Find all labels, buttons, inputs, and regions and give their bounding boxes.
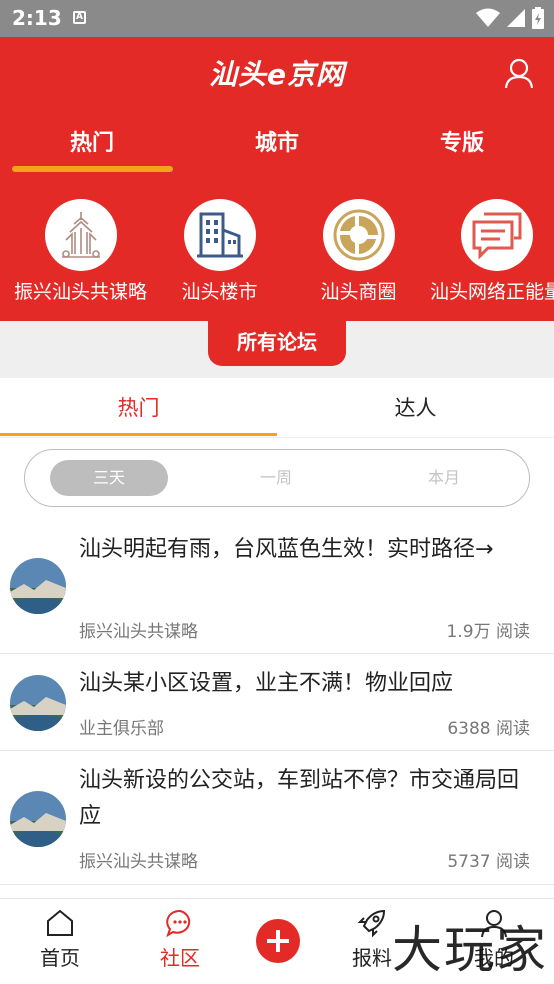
post-title: 汕头新设的公交站，车到站不停？市交通局回应 [79, 768, 520, 829]
subtab-experts[interactable]: 达人 [277, 392, 554, 422]
post-forum: 振兴汕头共谋略 [79, 622, 198, 642]
nav-label: 首页 [40, 946, 80, 970]
forum-icon-circle [460, 199, 533, 271]
forum-icon-circle [44, 199, 117, 271]
add-button[interactable] [256, 919, 300, 963]
forum-label: 振兴汕头共谋略 [13, 281, 147, 303]
nav-label: 社区 [160, 946, 200, 970]
list-item[interactable]: 汕头新设的公交站，车到站不停？市交通局回应 振兴汕头共谋略 5737 阅读 [0, 751, 554, 885]
post-forum: 业主俱乐部 [79, 719, 164, 739]
forum-label: 汕头网络正能量 [429, 281, 554, 303]
filter-three-days[interactable]: 三天 [50, 460, 168, 496]
battery-icon [532, 7, 544, 29]
tab-hot[interactable]: 热门 [12, 125, 172, 157]
forum-label: 汕头楼市 [181, 281, 258, 303]
ring-chart-icon [333, 209, 384, 261]
status-time: 2:13 [12, 6, 62, 30]
avatar [10, 558, 66, 614]
main-tabs: 热门 城市 专版 [0, 125, 554, 175]
post-reads: 1.9万 阅读 [446, 622, 530, 642]
all-forums-button[interactable]: 所有论坛 [208, 321, 346, 366]
subtab-indicator [0, 433, 277, 436]
a-icon: A [73, 11, 86, 24]
wifi-icon [476, 8, 500, 27]
forum-item-business[interactable]: 汕头商圈 [286, 199, 431, 304]
forum-icon-circle [183, 199, 256, 271]
header: 汕头e京网 热门 城市 专版 振兴汕头共谋略 汕头楼市 汕头商圈 汕头网络正能量 [0, 37, 554, 321]
monument-icon [61, 212, 100, 258]
chat-icon [166, 909, 191, 938]
forum-item-property[interactable]: 汕头楼市 [147, 199, 292, 304]
list-item[interactable]: 汕头某小区设置，业主不满！物业回应 业主俱乐部 6388 阅读 [0, 654, 554, 751]
subtab-hot[interactable]: 热门 [0, 392, 277, 422]
forum-label: 汕头商圈 [320, 281, 397, 303]
post-reads: 5737 阅读 [447, 852, 530, 872]
post-list: 汕头明起有雨，台风蓝色生效！实时路径→ 振兴汕头共谋略 1.9万 阅读 汕头某小… [0, 518, 554, 885]
nav-community[interactable]: 社区 [135, 907, 225, 971]
post-forum: 振兴汕头共谋略 [79, 852, 198, 872]
forum-item-positive[interactable]: 汕头网络正能量 [424, 199, 554, 304]
watermark: 大玩家 [392, 921, 548, 979]
filter-one-week[interactable]: 一周 [217, 460, 335, 496]
nav-home[interactable]: 首页 [15, 907, 105, 971]
post-title: 汕头某小区设置，业主不满！物业回应 [79, 671, 454, 696]
list-item[interactable]: 汕头明起有雨，台风蓝色生效！实时路径→ 振兴汕头共谋略 1.9万 阅读 [0, 518, 554, 654]
user-icon[interactable] [504, 57, 534, 89]
post-title: 汕头明起有雨，台风蓝色生效！实时路径→ [79, 537, 494, 562]
status-icons [476, 6, 544, 30]
sub-tabs: 热门 达人 [0, 378, 554, 438]
post-reads: 6388 阅读 [447, 719, 530, 739]
chat-bubbles-icon [472, 212, 521, 260]
app-logo: 汕头e京网 [209, 58, 345, 91]
time-filter: 三天 一周 本月 [24, 449, 530, 507]
forum-icon-circle [322, 199, 395, 271]
avatar [10, 791, 66, 847]
status-bar: 2:13 A [0, 0, 554, 37]
active-tab-indicator [12, 166, 173, 172]
avatar [10, 675, 66, 731]
filter-this-month[interactable]: 本月 [385, 460, 503, 496]
tab-special[interactable]: 专版 [382, 125, 542, 157]
forum-item-zhenxing[interactable]: 振兴汕头共谋略 [8, 199, 153, 304]
tab-city[interactable]: 城市 [197, 125, 357, 157]
building-icon [196, 212, 243, 258]
rocket-icon [357, 909, 386, 938]
home-icon [47, 909, 73, 936]
forum-shortcuts: 振兴汕头共谋略 汕头楼市 汕头商圈 汕头网络正能量 [0, 199, 554, 309]
signal-icon [507, 9, 525, 27]
